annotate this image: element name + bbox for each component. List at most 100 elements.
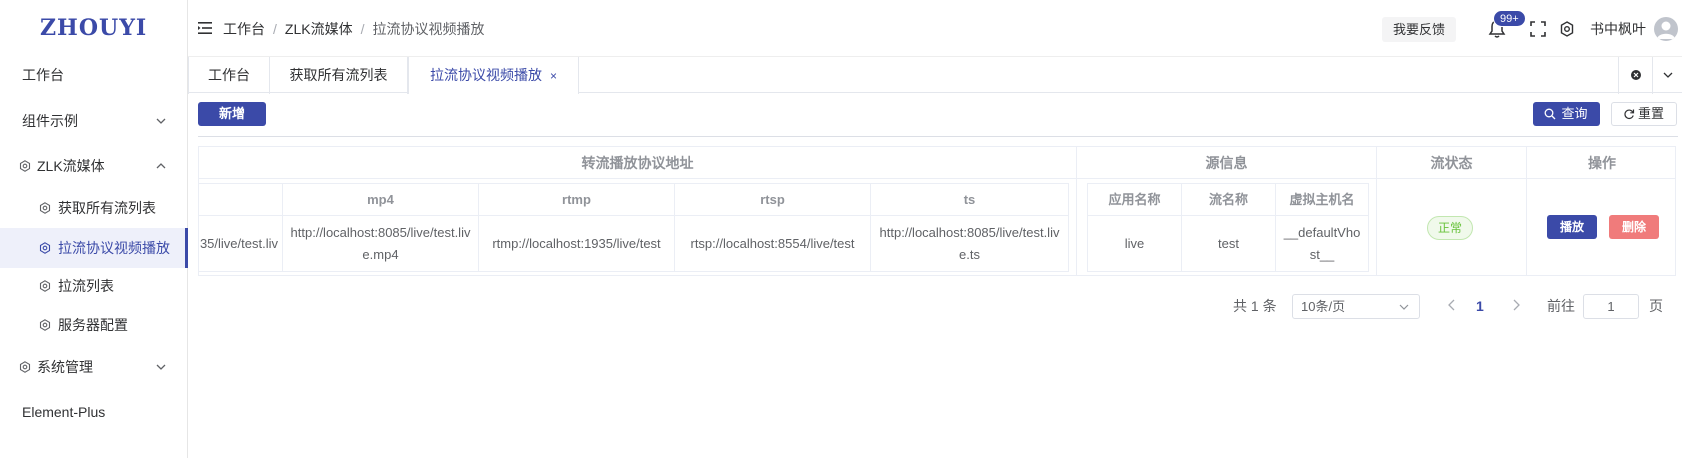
top-header: 工作台 / ZLK流媒体 / 拉流协议视频播放 我要反馈 99+ 书中枫叶: [188, 0, 1682, 56]
page-size-select[interactable]: 10条/页: [1292, 294, 1420, 319]
column-header-vhost: 虚拟主机名: [1276, 184, 1368, 216]
divider: [198, 136, 1678, 137]
tab-label: 工作台: [208, 67, 250, 83]
search-icon: [1544, 108, 1556, 120]
tab-label: 拉流协议视频播放: [429, 67, 542, 83]
chevron-up-icon: [156, 163, 166, 169]
table-cell-rtsp: rtsp://localhost:8554/live/test: [675, 216, 871, 271]
sidebar-item-pull-list[interactable]: 拉流列表: [0, 267, 188, 305]
tab-pull-play[interactable]: 拉流协议视频播放 ×: [408, 57, 579, 94]
sidebar-item-zlk[interactable]: ZLK流媒体: [0, 147, 188, 185]
column-header-actions: 操作: [1527, 147, 1675, 179]
column-header-status: 流状态: [1377, 147, 1527, 179]
column-divider: [1076, 179, 1077, 275]
fullscreen-icon[interactable]: [1530, 21, 1546, 37]
table-cell-partial: 35/live/test.liv: [199, 216, 283, 271]
tabs-bar: 工作台 获取所有流列表 拉流协议视频播放 ×: [188, 56, 1682, 94]
page-size-value: 10条/页: [1301, 299, 1346, 314]
sidebar-item-label: 拉流协议视频播放: [58, 240, 170, 256]
pagination-current-page[interactable]: 1: [1476, 296, 1484, 316]
sidebar-item-element-plus[interactable]: Element-Plus: [0, 393, 188, 431]
table-cell-vhost: __defaultVhost__: [1283, 224, 1361, 262]
breadcrumb-item[interactable]: 工作台: [223, 21, 265, 37]
user-icon: [1657, 21, 1675, 39]
refresh-icon: [1624, 109, 1635, 120]
gear-icon: [19, 160, 31, 172]
sidebar-item-label: ZLK流媒体: [37, 158, 105, 174]
table-cell-ts: http://localhost:8085/live/test.live.ts: [879, 224, 1060, 262]
sidebar-item-label: 服务器配置: [58, 317, 128, 333]
sidebar: ZHOUYI 工作台 组件示例 ZLK流媒体 获取所有流列表 拉流协议视频播放 …: [0, 0, 188, 458]
breadcrumb-separator: /: [273, 21, 277, 37]
close-all-tabs-button[interactable]: [1618, 57, 1652, 94]
gear-icon: [39, 319, 51, 331]
sidebar-item-pull-play[interactable]: 拉流协议视频播放: [0, 228, 188, 268]
tabs-more-button[interactable]: [1652, 57, 1682, 94]
pagination-page-suffix: 页: [1649, 298, 1663, 314]
gear-icon: [19, 361, 31, 373]
gear-icon: [39, 202, 51, 214]
column-header-rtsp: rtsp: [675, 184, 871, 216]
settings-icon[interactable]: [1559, 21, 1575, 37]
username[interactable]: 书中枫叶: [1590, 0, 1646, 58]
reset-button-label: 重置: [1637, 106, 1664, 121]
sidebar-item-label: 系统管理: [37, 359, 93, 375]
table-cell-stream: test: [1182, 216, 1276, 271]
prev-page-icon[interactable]: [1447, 299, 1457, 311]
column-header-mp4: mp4: [283, 184, 479, 216]
gear-icon: [39, 280, 51, 292]
tab-label: 获取所有流列表: [289, 67, 388, 83]
reset-button[interactable]: 重置: [1611, 102, 1677, 126]
app-logo: ZHOUYI: [40, 15, 148, 41]
breadcrumb: 工作台 / ZLK流媒体 / 拉流协议视频播放: [223, 0, 484, 56]
close-icon[interactable]: ×: [550, 69, 557, 83]
sidebar-item-workbench[interactable]: 工作台: [0, 56, 188, 94]
sidebar-item-server-config[interactable]: 服务器配置: [0, 306, 188, 344]
search-button[interactable]: 查询: [1533, 102, 1600, 126]
column-header-protocols: 转流播放协议地址: [199, 147, 1077, 179]
feedback-button[interactable]: 我要反馈: [1382, 17, 1457, 42]
column-header-stream: 流名称: [1182, 184, 1276, 216]
column-divider: [1376, 179, 1377, 275]
sidebar-item-label: 工作台: [22, 67, 64, 83]
column-header-partial: [199, 184, 283, 216]
menu-fold-icon[interactable]: [198, 22, 212, 34]
column-divider: [1526, 179, 1527, 275]
protocols-subtable: mp4 rtmp rtsp ts 35/live/test.liv http:/…: [199, 183, 1069, 272]
sidebar-item-all-streams[interactable]: 获取所有流列表: [0, 189, 188, 227]
table-cell-app: live: [1088, 216, 1182, 271]
close-circle-icon: [1631, 70, 1641, 80]
column-header-ts: ts: [871, 184, 1068, 216]
breadcrumb-separator: /: [360, 21, 365, 37]
next-page-icon[interactable]: [1511, 299, 1521, 311]
chevron-down-icon: [1663, 72, 1673, 78]
play-button[interactable]: 播放: [1547, 215, 1597, 239]
gear-icon: [39, 242, 51, 254]
delete-button[interactable]: 删除: [1609, 215, 1659, 239]
breadcrumb-item[interactable]: ZLK流媒体: [285, 21, 353, 37]
pagination-total: 共 1 条: [1233, 298, 1277, 314]
streams-table: 转流播放协议地址 源信息 流状态 操作 mp4 rtmp rtsp ts 35/…: [198, 146, 1676, 276]
avatar[interactable]: [1654, 17, 1678, 41]
tab-all-streams[interactable]: 获取所有流列表: [270, 57, 408, 94]
sidebar-item-label: 获取所有流列表: [58, 200, 156, 216]
column-header-source: 源信息: [1077, 147, 1377, 179]
table-cell-mp4: http://localhost:8085/live/test.live.mp4: [283, 216, 479, 271]
sidebar-item-label: Element-Plus: [22, 404, 106, 420]
sidebar-item-components[interactable]: 组件示例: [0, 102, 188, 140]
chevron-down-icon: [156, 364, 166, 370]
breadcrumb-current: 拉流协议视频播放: [372, 21, 485, 37]
tab-workbench[interactable]: 工作台: [188, 57, 270, 94]
sidebar-item-label: 拉流列表: [58, 278, 114, 294]
source-subtable: 应用名称 流名称 虚拟主机名 live test __defaultVhost_…: [1087, 183, 1369, 272]
column-header-rtmp: rtmp: [479, 184, 675, 216]
pagination-goto-label: 前往: [1547, 298, 1575, 314]
pagination-goto-input[interactable]: 1: [1583, 294, 1639, 319]
search-button-label: 查询: [1561, 106, 1588, 121]
status-badge: 正常: [1427, 216, 1474, 240]
sidebar-item-label: 组件示例: [22, 113, 78, 129]
chevron-down-icon: [1399, 304, 1409, 310]
table-cell-rtmp: rtmp://localhost:1935/live/test: [479, 216, 675, 271]
sidebar-item-system[interactable]: 系统管理: [0, 348, 188, 386]
add-button[interactable]: 新增: [198, 102, 266, 126]
